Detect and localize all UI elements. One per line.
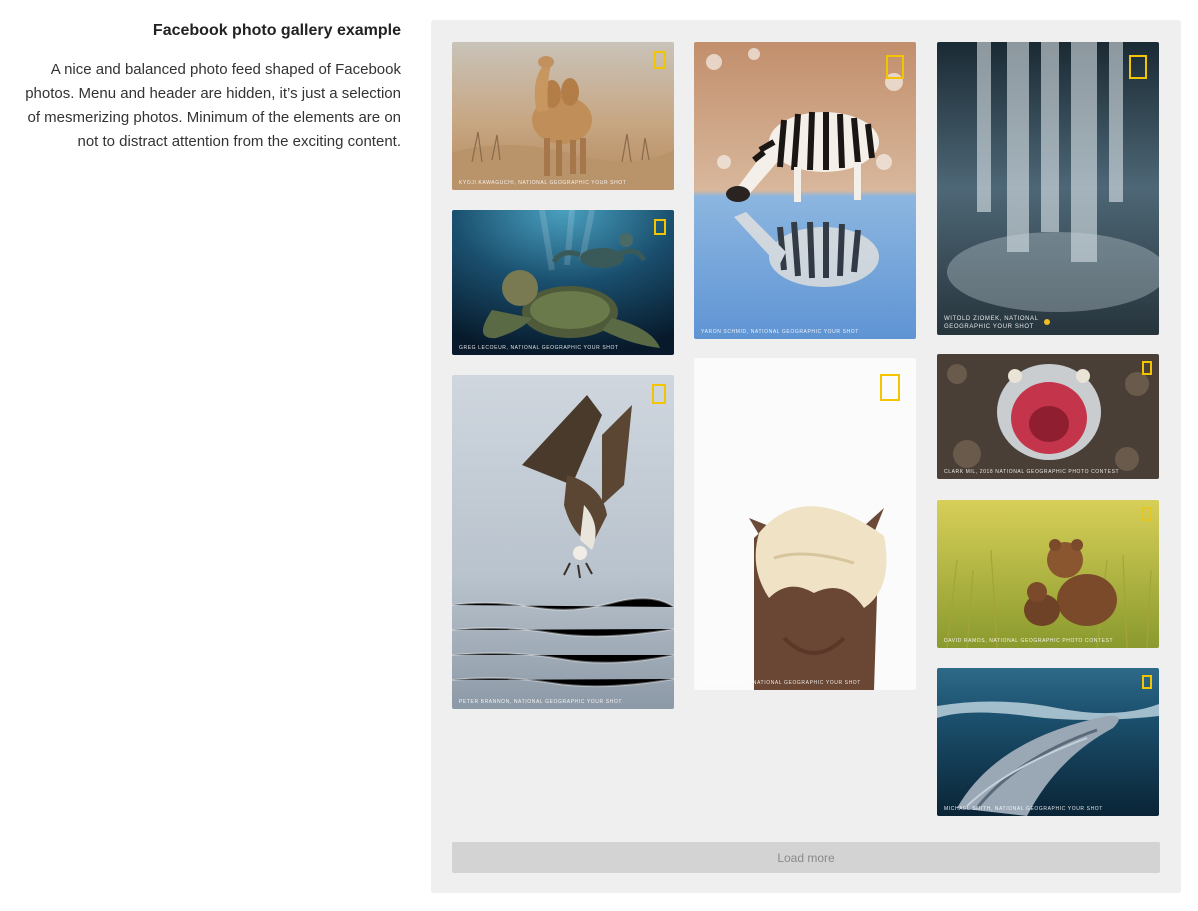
nat-geo-logo-icon bbox=[654, 219, 666, 235]
page-title: Facebook photo gallery example bbox=[152, 22, 401, 39]
nat-geo-logo-icon bbox=[1142, 507, 1152, 521]
photo-lizardfish[interactable]: CLARK MIL, 2018 NATIONAL GEOGRAPHIC PHOT… bbox=[937, 354, 1159, 479]
nat-geo-logo-icon bbox=[1142, 361, 1152, 375]
photo-caption: YARON SCHMID, NATIONAL GEOGRAPHIC YOUR S… bbox=[701, 329, 859, 335]
photo-bear-cubs[interactable]: DAVID RAMOS, NATIONAL GEOGRAPHIC PHOTO C… bbox=[937, 500, 1159, 648]
load-more-button[interactable]: Load more bbox=[452, 842, 1160, 873]
photo-caption: PETER BRANNON, NATIONAL GEOGRAPHIC YOUR … bbox=[459, 699, 622, 705]
photo-caption: GREG LECOEUR, NATIONAL GEOGRAPHIC YOUR S… bbox=[459, 345, 619, 351]
photo-caption: DAVID RAMOS, NATIONAL GEOGRAPHIC PHOTO C… bbox=[944, 638, 1114, 644]
photo-horse[interactable]: IRIS BERGMANN, NATIONAL GEOGRAPHIC YOUR … bbox=[694, 358, 916, 690]
photo-camel[interactable]: KYOJI KAWAGUCHI, NATIONAL GEOGRAPHIC YOU… bbox=[452, 42, 674, 190]
nat-geo-logo-icon bbox=[1142, 675, 1152, 689]
nat-geo-logo-icon bbox=[886, 55, 904, 79]
photo-caption: CLARK MIL, 2018 NATIONAL GEOGRAPHIC PHOT… bbox=[944, 469, 1120, 475]
nat-geo-logo-icon bbox=[654, 51, 666, 69]
photo-osprey[interactable]: PETER BRANNON, NATIONAL GEOGRAPHIC YOUR … bbox=[452, 375, 674, 709]
photo-caption: WITOLD ZIOMEK, NATIONAL GEOGRAPHIC YOUR … bbox=[944, 316, 1039, 330]
photo-humpback-whale[interactable]: MICHAEL SMITH, NATIONAL GEOGRAPHIC YOUR … bbox=[937, 668, 1159, 816]
photo-caption: KYOJI KAWAGUCHI, NATIONAL GEOGRAPHIC YOU… bbox=[459, 180, 627, 186]
intro-section: Facebook photo gallery example A nice an… bbox=[20, 20, 401, 154]
nat-geo-logo-icon bbox=[1129, 55, 1147, 79]
photo-gallery: KYOJI KAWAGUCHI, NATIONAL GEOGRAPHIC YOU… bbox=[431, 20, 1181, 893]
photo-sea-turtles[interactable]: GREG LECOEUR, NATIONAL GEOGRAPHIC YOUR S… bbox=[452, 210, 674, 355]
page-description: A nice and balanced photo feed shaped of… bbox=[25, 61, 401, 150]
photo-zebra[interactable]: YARON SCHMID, NATIONAL GEOGRAPHIC YOUR S… bbox=[694, 42, 916, 339]
photo-caption: MICHAEL SMITH, NATIONAL GEOGRAPHIC YOUR … bbox=[944, 806, 1103, 812]
nat-geo-logo-icon bbox=[880, 374, 900, 401]
photo-waterfall[interactable]: WITOLD ZIOMEK, NATIONAL GEOGRAPHIC YOUR … bbox=[937, 42, 1159, 335]
nat-geo-logo-icon bbox=[652, 384, 666, 404]
photo-caption: IRIS BERGMANN, NATIONAL GEOGRAPHIC YOUR … bbox=[701, 680, 861, 686]
